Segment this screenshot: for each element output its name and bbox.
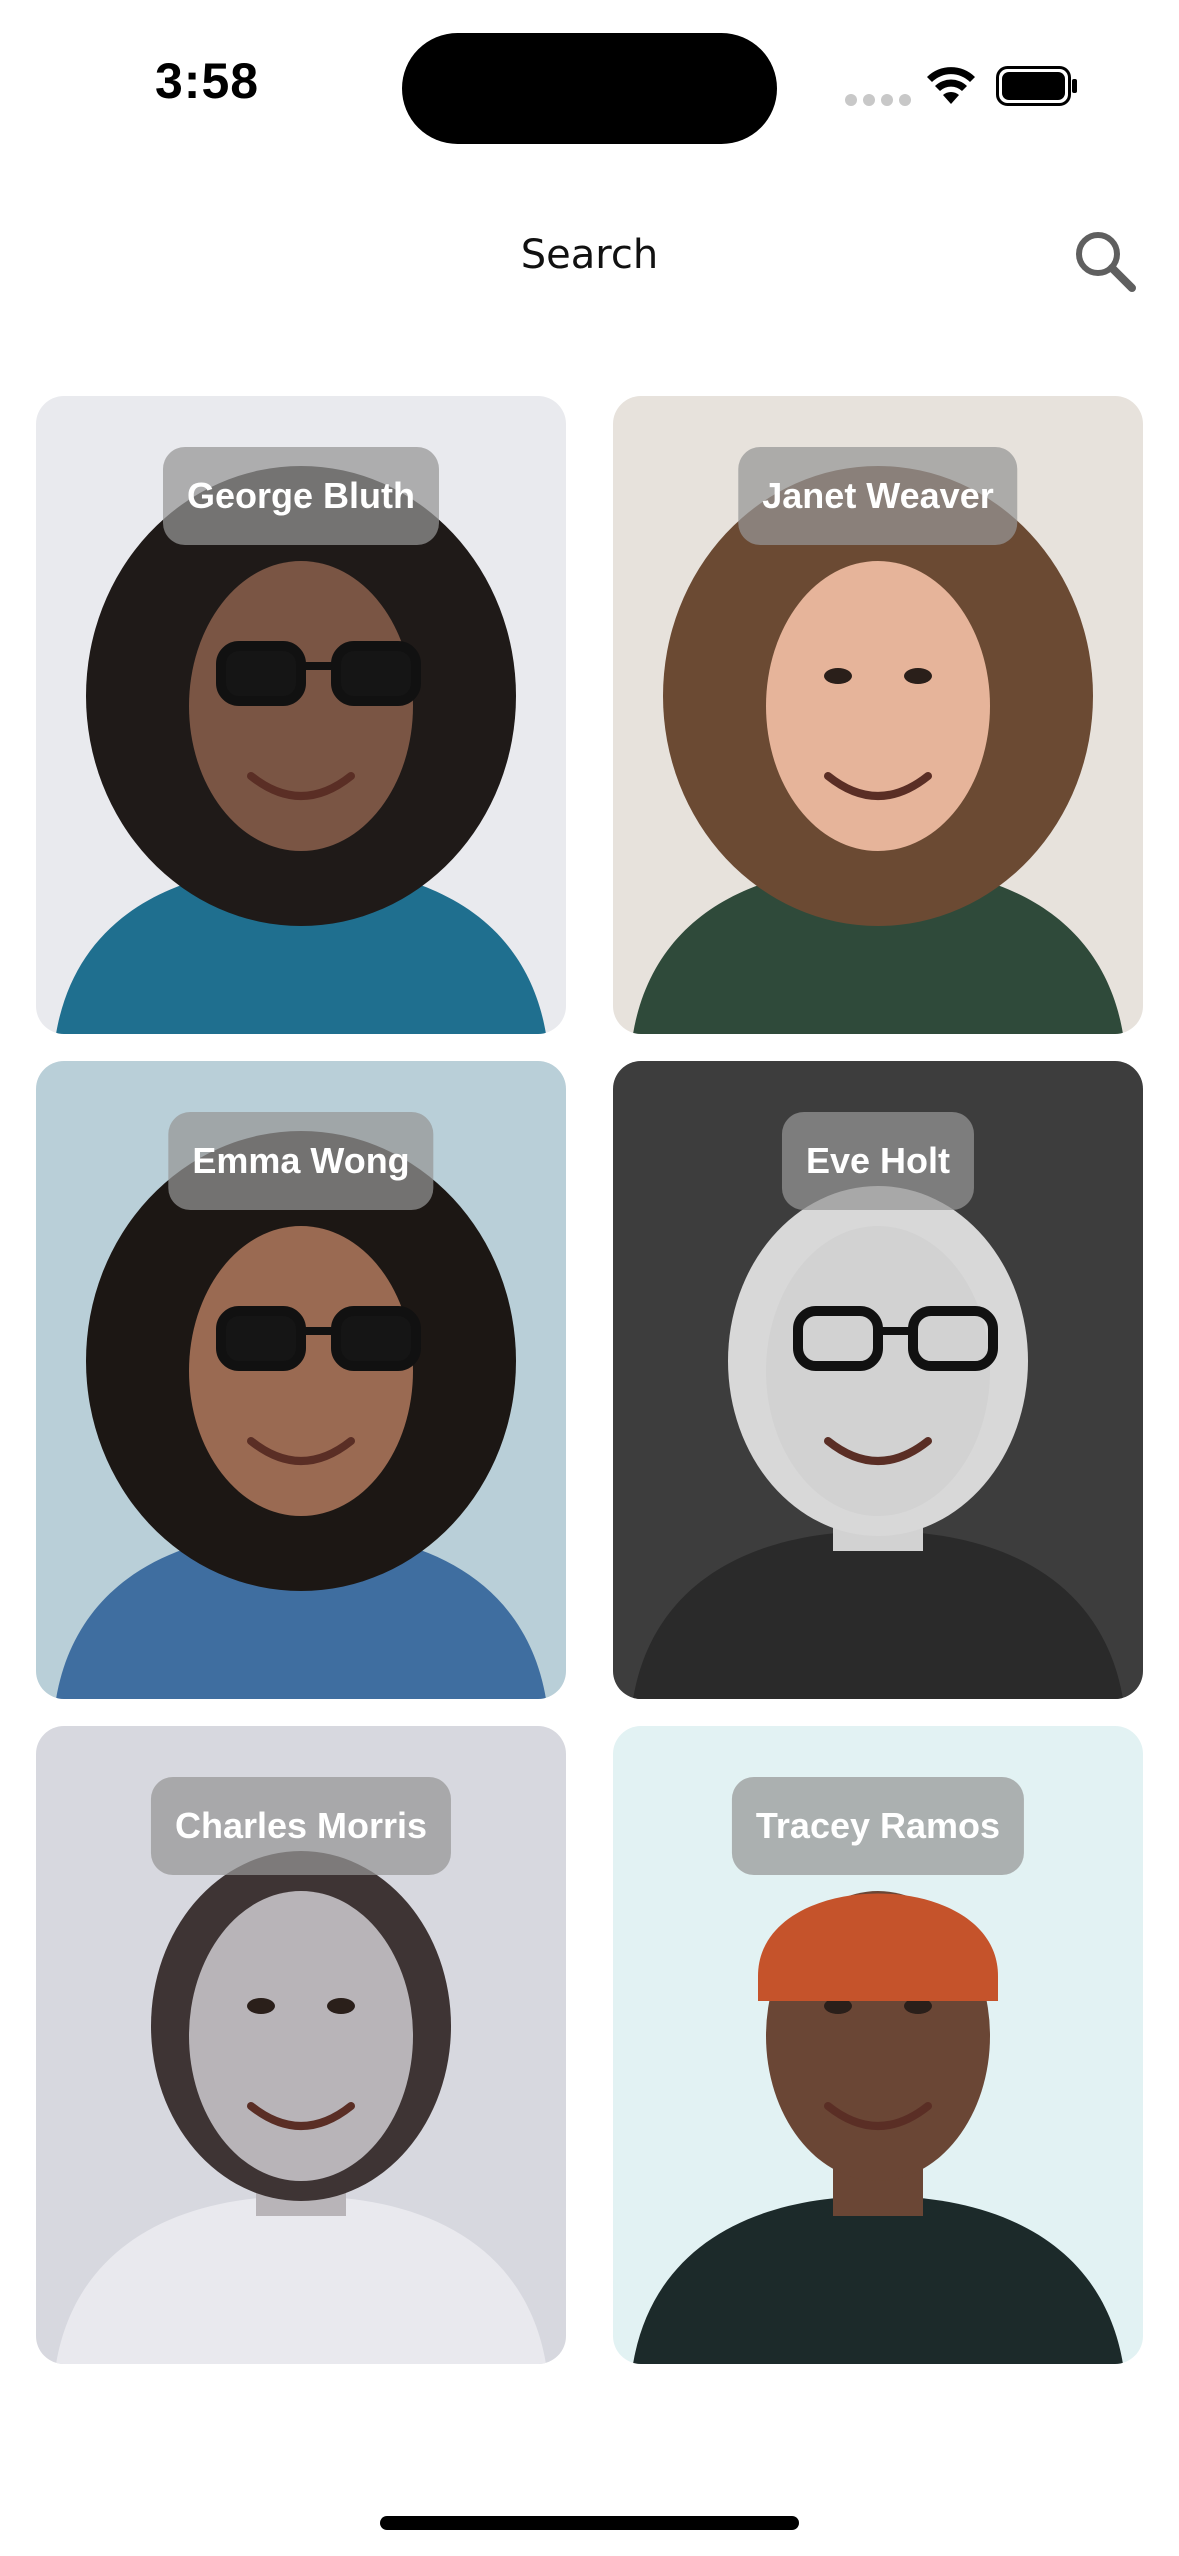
- search-icon[interactable]: [1070, 226, 1140, 296]
- contact-name-label: Charles Morris: [150, 1777, 452, 1875]
- wifi-icon: [927, 67, 975, 104]
- page-title: Search: [520, 232, 659, 278]
- contacts-grid: George Bluth Janet Weaver Emma Wong Eve Hol…: [36, 396, 1143, 2364]
- dynamic-island: [402, 33, 777, 144]
- contact-name-label: Tracey Ramos: [731, 1777, 1025, 1875]
- battery-icon: [996, 66, 1077, 106]
- contacts-screen: 3:58 Search George Bluth Janet Weaver Emma…: [0, 0, 1179, 2556]
- contact-card[interactable]: George Bluth: [36, 396, 566, 1034]
- contact-name-label: Eve Holt: [781, 1112, 975, 1210]
- contact-card[interactable]: Charles Morris: [36, 1726, 566, 2364]
- contact-card[interactable]: Tracey Ramos: [613, 1726, 1143, 2364]
- contact-card[interactable]: Emma Wong: [36, 1061, 566, 1699]
- contact-card[interactable]: Eve Holt: [613, 1061, 1143, 1699]
- contact-name-label: Emma Wong: [168, 1112, 434, 1210]
- cellular-signal-icon: [845, 94, 911, 106]
- status-time: 3:58: [155, 53, 260, 109]
- home-indicator: [380, 2516, 799, 2530]
- contact-card[interactable]: Janet Weaver: [613, 396, 1143, 1034]
- contact-name-label: George Bluth: [162, 447, 440, 545]
- contact-name-label: Janet Weaver: [738, 447, 1018, 545]
